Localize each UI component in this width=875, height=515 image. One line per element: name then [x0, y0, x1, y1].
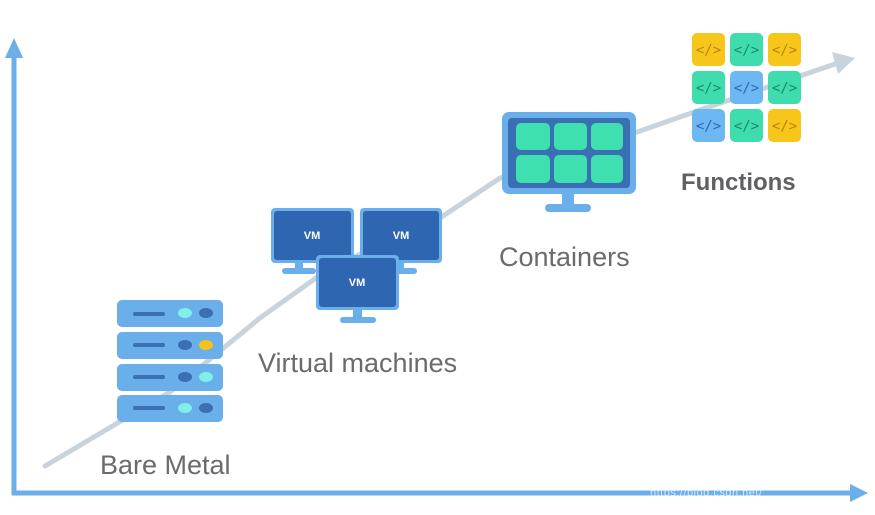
code-icon: </>: [772, 119, 797, 135]
watermark: https://blog.csdn.net/: [650, 487, 763, 499]
label-containers: Containers: [499, 242, 630, 272]
server-unit: [117, 395, 223, 422]
container-tile: [516, 155, 550, 183]
label-functions: Functions: [681, 169, 796, 196]
code-icon: </>: [696, 119, 721, 135]
code-icon: </>: [772, 43, 797, 59]
vm-label: VM: [393, 230, 410, 242]
container-tile: [554, 123, 587, 150]
container-tile: [516, 123, 550, 150]
y-axis-arrow-icon: [5, 38, 23, 58]
trend-arrow-icon: [832, 52, 855, 74]
evolution-diagram: VM VM VM </> </> </> </> </> </> </> </> </>: [5, 33, 868, 502]
x-axis-arrow-icon: [850, 484, 868, 502]
server-unit: [117, 332, 223, 359]
code-icon: </>: [734, 81, 759, 97]
code-icon: </>: [734, 43, 759, 59]
code-icon: </>: [696, 81, 721, 97]
axes: [5, 38, 868, 502]
code-icon: </>: [696, 43, 721, 59]
server-unit: [117, 364, 223, 391]
function-grid-icon: </> </> </> </> </> </> </> </> </>: [692, 33, 801, 142]
vm-label: VM: [349, 277, 366, 289]
vm-monitors-icon: VM VM VM: [271, 208, 442, 323]
container-tile: [591, 123, 623, 150]
label-virtual-machines: Virtual machines: [258, 348, 458, 378]
code-icon: </>: [734, 119, 759, 135]
vm-monitor-center: VM: [316, 255, 399, 323]
label-bare-metal: Bare Metal: [100, 450, 231, 480]
server-unit: [117, 300, 223, 327]
container-tile: [554, 155, 587, 183]
code-icon: </>: [772, 81, 797, 97]
container-tile: [591, 155, 623, 183]
container-monitor-icon: [502, 112, 636, 212]
vm-label: VM: [304, 230, 321, 242]
